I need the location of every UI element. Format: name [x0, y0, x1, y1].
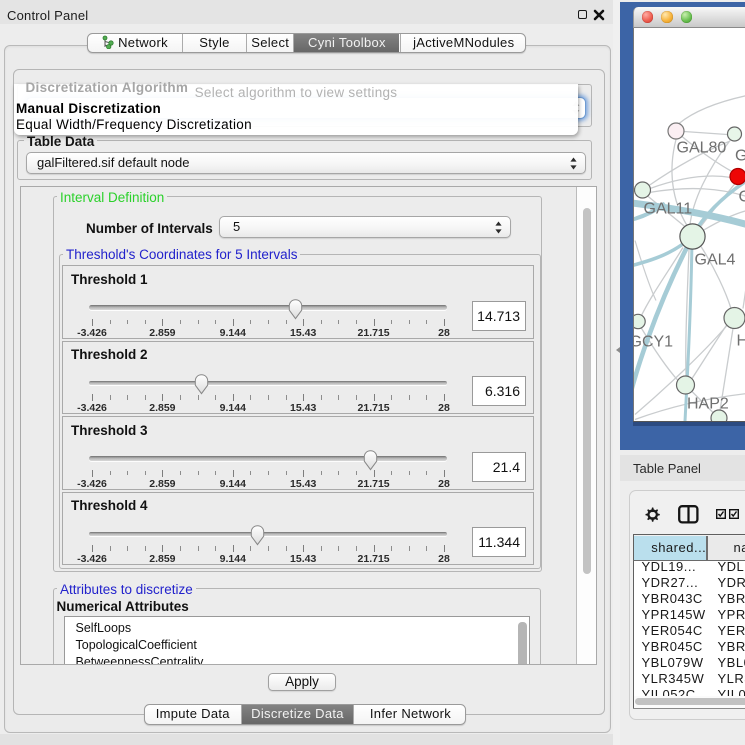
- svg-text:HAP2: HAP2: [687, 395, 729, 412]
- svg-text:GAL11: GAL11: [644, 200, 693, 217]
- svg-text:GAL80: GAL80: [677, 139, 727, 156]
- svg-text:H: H: [737, 332, 745, 349]
- svg-text:CY: CY: [739, 188, 745, 205]
- svg-text:GAL4: GAL4: [695, 251, 736, 268]
- svg-text:GA: GA: [735, 147, 745, 164]
- svg-text:GCY1: GCY1: [634, 333, 673, 350]
